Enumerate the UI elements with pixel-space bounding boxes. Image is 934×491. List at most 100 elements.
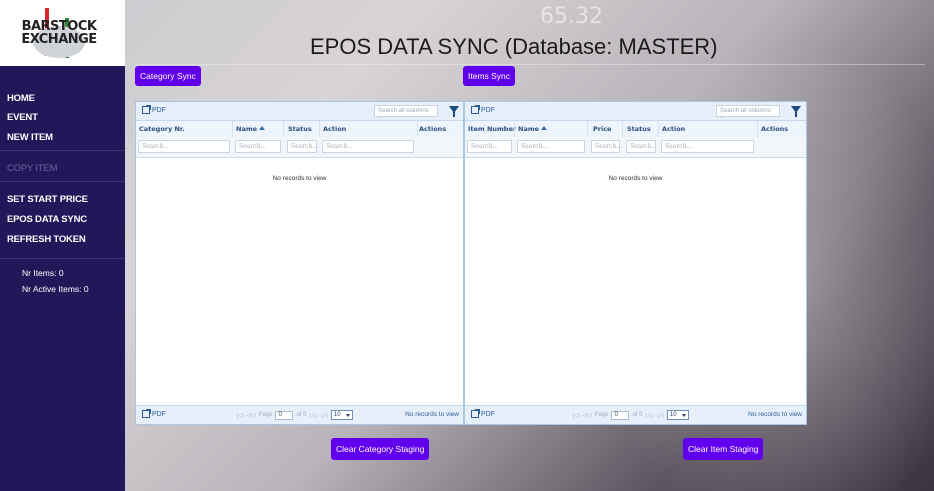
column-header-actions: Actions xyxy=(761,125,789,133)
background-ticker-value: 65.32 xyxy=(540,4,603,29)
column-separator xyxy=(658,121,659,137)
category-pdf-export-bottom[interactable]: PDF xyxy=(142,409,166,418)
column-separator xyxy=(622,121,623,137)
sidebar-divider xyxy=(0,150,125,151)
category-filter-row: Search... Search... Search... Search... xyxy=(136,137,463,158)
column-header-price[interactable]: Price xyxy=(593,125,611,133)
filter-status-input[interactable]: Search... xyxy=(287,140,318,153)
page-of-label: of 0 xyxy=(296,412,307,418)
sidebar-item-new-item[interactable]: NEW ITEM xyxy=(7,132,53,143)
filter-action-input[interactable]: Search... xyxy=(661,140,754,153)
category-empty-message: No records to view xyxy=(272,175,327,182)
pdf-label: PDF xyxy=(481,410,495,418)
page-number-input[interactable]: 0 xyxy=(275,410,294,420)
column-header-status[interactable]: Status xyxy=(288,125,312,133)
next-page-icon[interactable]: ▷▷ xyxy=(645,412,654,419)
column-header-status[interactable]: Status xyxy=(627,125,651,133)
first-page-icon[interactable]: |◁ xyxy=(573,412,579,419)
page-size-select[interactable]: 10 xyxy=(666,410,689,420)
column-separator xyxy=(514,121,515,137)
export-icon xyxy=(471,409,480,418)
sort-asc-icon xyxy=(541,126,548,130)
category-records-status: No records to view xyxy=(405,411,459,418)
category-pager: |◁ ◁◁ Page 0 of 0 ▷▷ ▷| 10 xyxy=(237,410,353,420)
nr-active-items-stat: Nr Active Items: 0 xyxy=(22,284,89,294)
filter-name-input[interactable]: Search... xyxy=(235,140,281,153)
pdf-label: PDF xyxy=(152,410,166,418)
pdf-label: PDF xyxy=(152,106,166,114)
column-separator xyxy=(417,121,418,137)
items-grid: PDF Search all columns ... Item Number N… xyxy=(464,101,807,425)
sidebar-item-epos-data-sync[interactable]: EPOS DATA SYNC xyxy=(7,214,87,225)
column-header-name[interactable]: Name xyxy=(236,125,266,133)
column-header-action[interactable]: Action xyxy=(662,125,685,133)
filter-item-number-input[interactable]: Search... xyxy=(467,140,512,153)
column-name-label: Name xyxy=(236,125,258,133)
page-size-select[interactable]: 10 xyxy=(330,410,353,420)
column-header-item-number[interactable]: Item Number xyxy=(468,125,516,133)
brand-logo[interactable]: BARSTOCK EXCHANGE xyxy=(21,8,97,58)
category-pdf-export[interactable]: PDF xyxy=(142,105,166,114)
export-icon xyxy=(142,409,151,418)
sidebar-divider xyxy=(0,181,125,182)
category-sync-button[interactable]: Category Sync xyxy=(135,66,201,86)
nr-items-stat: Nr Items: 0 xyxy=(22,268,64,278)
sidebar-item-event[interactable]: EVENT xyxy=(7,112,38,123)
filter-name-input[interactable]: Search... xyxy=(517,140,585,153)
page-label: Page xyxy=(594,412,609,418)
items-grid-toolbar: PDF Search all columns ... xyxy=(465,102,806,121)
sidebar-item-copy-item: COPY ITEM xyxy=(7,163,58,174)
column-separator xyxy=(319,121,320,137)
column-separator xyxy=(587,121,588,137)
logo-area: BARSTOCK EXCHANGE xyxy=(0,0,125,66)
sidebar: HOME EVENT NEW ITEM COPY ITEM SET START … xyxy=(0,66,125,491)
filter-action-input[interactable]: Search... xyxy=(322,140,414,153)
background-divider xyxy=(135,64,925,65)
items-empty-message: No records to view xyxy=(608,175,663,182)
column-header-name[interactable]: Name xyxy=(518,125,548,133)
filter-icon[interactable] xyxy=(791,106,801,117)
prev-page-icon[interactable]: ◁◁ xyxy=(582,412,591,419)
pdf-label: PDF xyxy=(481,106,495,114)
filter-category-nr-input[interactable]: Search... xyxy=(138,140,230,153)
column-separator xyxy=(283,121,284,137)
sidebar-item-home[interactable]: HOME xyxy=(7,93,35,104)
chevron-down-icon xyxy=(681,413,686,417)
export-icon xyxy=(471,105,480,114)
column-separator xyxy=(232,121,233,137)
page-number-input[interactable]: 0 xyxy=(611,410,630,420)
export-icon xyxy=(142,105,151,114)
column-header-category-nr[interactable]: Category Nr. xyxy=(139,125,185,133)
items-search-all-input[interactable]: Search all columns ... xyxy=(716,105,780,120)
category-grid-footer: PDF |◁ ◁◁ Page 0 of 0 ▷▷ ▷| 10 No record… xyxy=(136,405,463,424)
last-page-icon[interactable]: ▷| xyxy=(322,412,328,419)
logo-line2: EXCHANGE xyxy=(21,32,97,47)
filter-price-input[interactable]: Search... xyxy=(591,140,622,153)
sidebar-item-set-start-price[interactable]: SET START PRICE xyxy=(7,194,88,205)
items-filter-row: Search... Search... Search... Search... … xyxy=(465,137,806,158)
column-separator xyxy=(757,121,758,137)
items-pager: |◁ ◁◁ Page 0 of 0 ▷▷ ▷| 10 xyxy=(573,410,689,420)
items-records-status: No records to view xyxy=(748,411,802,418)
clear-category-staging-button[interactable]: Clear Category Staging xyxy=(331,438,430,460)
next-page-icon[interactable]: ▷▷ xyxy=(309,412,318,419)
items-grid-footer: PDF |◁ ◁◁ Page 0 of 0 ▷▷ ▷| 10 No record… xyxy=(465,405,806,424)
page-of-label: of 0 xyxy=(632,412,643,418)
sidebar-item-refresh-token[interactable]: REFRESH TOKEN xyxy=(7,234,86,245)
page-title: EPOS DATA SYNC (Database: MASTER) xyxy=(310,34,718,59)
category-grid-toolbar: PDF Search all columns ... xyxy=(136,102,463,121)
prev-page-icon[interactable]: ◁◁ xyxy=(246,412,255,419)
items-sync-button[interactable]: Items Sync xyxy=(463,66,516,86)
category-search-all-input[interactable]: Search all columns ... xyxy=(374,105,438,120)
clear-item-staging-button[interactable]: Clear Item Staging xyxy=(683,438,764,460)
last-page-icon[interactable]: ▷| xyxy=(658,412,664,419)
column-header-action[interactable]: Action xyxy=(323,125,346,133)
first-page-icon[interactable]: |◁ xyxy=(237,412,243,419)
page-size-value: 10 xyxy=(669,412,677,418)
items-pdf-export-bottom[interactable]: PDF xyxy=(471,409,495,418)
items-pdf-export[interactable]: PDF xyxy=(471,105,495,114)
filter-icon[interactable] xyxy=(449,106,459,117)
column-name-label: Name xyxy=(518,125,540,133)
page-size-value: 10 xyxy=(333,412,341,418)
filter-status-input[interactable]: Search... xyxy=(626,140,657,153)
